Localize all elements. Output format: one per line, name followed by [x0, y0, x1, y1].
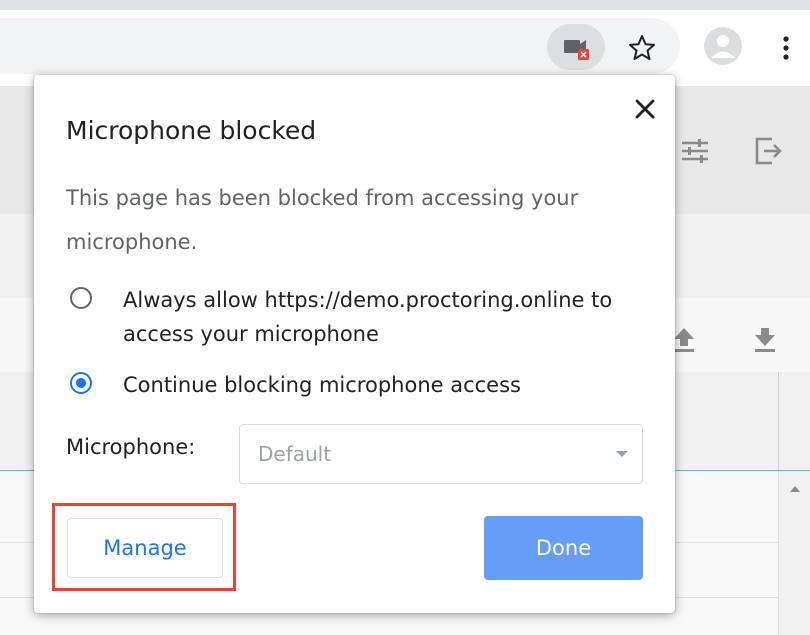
- profile-avatar-icon: [711, 35, 735, 58]
- bookmark-star-button[interactable]: [622, 28, 662, 68]
- microphone-select-value: Default: [258, 442, 332, 466]
- microphone-label: Microphone:: [66, 435, 196, 459]
- exit-icon: [755, 137, 782, 165]
- option-continue-blocking-label[interactable]: Continue blocking microphone access: [123, 368, 521, 402]
- more-menu-button[interactable]: [776, 30, 796, 66]
- download-button[interactable]: [752, 324, 778, 358]
- scrollbar[interactable]: [778, 471, 810, 635]
- camera-blocked-button[interactable]: [547, 24, 605, 70]
- exit-button[interactable]: [752, 134, 786, 172]
- radio-always-allow[interactable]: [70, 287, 92, 309]
- close-icon: [635, 99, 655, 119]
- radio-selected-dot: [76, 378, 86, 388]
- done-button[interactable]: Done: [484, 516, 643, 580]
- highlight-box: [52, 503, 236, 591]
- dialog-description: This page has been blocked from accessin…: [66, 186, 579, 254]
- tune-icon: [682, 139, 708, 163]
- camera-blocked-icon: [564, 40, 589, 60]
- tune-button[interactable]: [678, 136, 712, 170]
- profile-button[interactable]: [704, 27, 742, 65]
- option-always-allow-label[interactable]: Always allow https://demo.proctoring.onl…: [123, 283, 653, 351]
- dialog-title: Microphone blocked: [66, 116, 317, 145]
- chevron-down-icon: [616, 451, 628, 457]
- star-icon: [629, 35, 655, 60]
- tab-strip: [0, 0, 810, 10]
- microphone-select[interactable]: Default: [239, 424, 643, 484]
- column-divider: [778, 372, 779, 470]
- scroll-up-arrow-icon: [790, 486, 800, 492]
- radio-continue-blocking[interactable]: [70, 372, 92, 394]
- close-button[interactable]: [628, 92, 662, 126]
- download-icon: [755, 328, 775, 352]
- more-menu-icon: [783, 36, 789, 60]
